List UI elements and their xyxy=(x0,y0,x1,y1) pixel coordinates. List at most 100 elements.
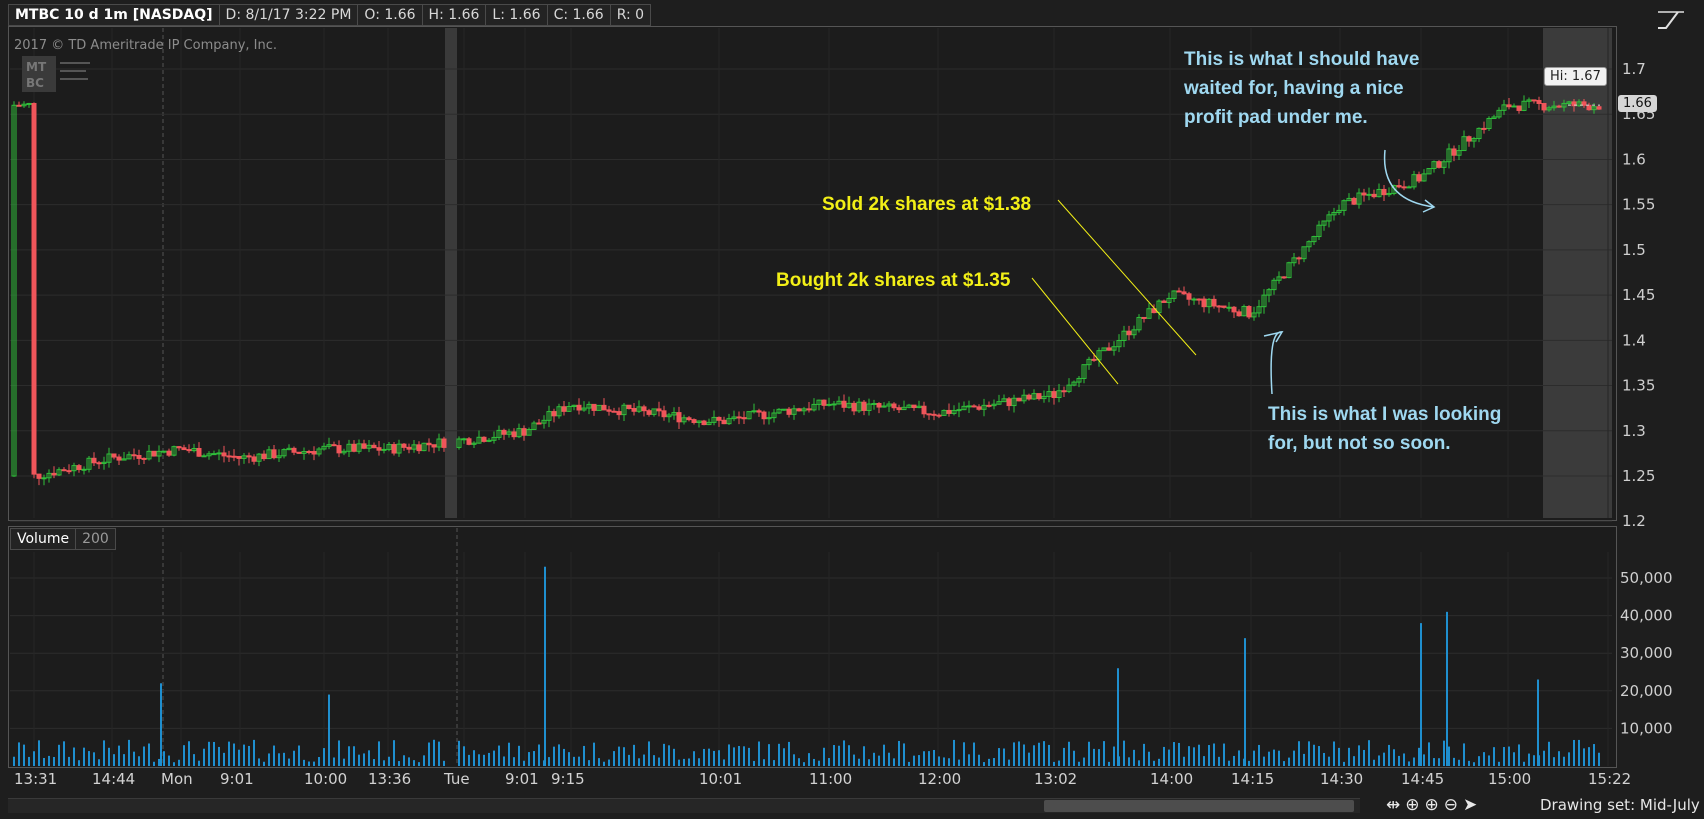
volume-study-tab[interactable]: Volume 200 xyxy=(10,528,116,550)
volume-bar xyxy=(763,759,765,766)
volume-bar xyxy=(1583,748,1585,766)
candle-body xyxy=(16,104,22,107)
volume-bar xyxy=(268,753,270,766)
volume-bar xyxy=(803,762,805,766)
candle-body xyxy=(1246,306,1252,318)
zoom-out-icon[interactable]: ⊖ xyxy=(1444,795,1458,815)
time-axis-tick: 14:44 xyxy=(92,770,135,788)
candle-body xyxy=(551,411,557,417)
candle-body xyxy=(1381,188,1387,196)
volume-study-setting[interactable]: 200 xyxy=(76,528,116,550)
volume-study-label[interactable]: Volume xyxy=(10,528,77,550)
company-logo: MT BC xyxy=(22,56,90,92)
volume-bar xyxy=(618,746,620,766)
volume-bar xyxy=(308,761,310,766)
candle-body xyxy=(701,420,707,426)
volume-bar xyxy=(1293,750,1295,766)
candle-body xyxy=(806,408,812,411)
volume-bar xyxy=(468,754,470,766)
candle-body xyxy=(876,403,882,408)
candle-body xyxy=(1221,305,1227,308)
volume-bar xyxy=(1053,761,1055,766)
volume-bar xyxy=(363,753,365,766)
zoom-in-icon[interactable]: ⊕ xyxy=(1425,795,1439,815)
candle-body xyxy=(111,453,117,458)
volume-bar xyxy=(1418,747,1420,766)
candle-body xyxy=(1296,257,1302,260)
volume-bar xyxy=(1518,744,1520,766)
volume-bar xyxy=(1248,760,1250,766)
candle-body xyxy=(1436,161,1442,168)
volume-bar xyxy=(923,751,925,766)
volume-bar xyxy=(1008,759,1010,766)
volume-bar xyxy=(788,741,790,766)
volume-bar xyxy=(988,758,990,766)
volume-bar xyxy=(1458,759,1460,766)
crosshair-icon[interactable]: ⊕ xyxy=(1405,795,1419,815)
volume-bar xyxy=(463,746,465,766)
volume-bar xyxy=(1448,746,1450,766)
volume-bar xyxy=(1058,760,1060,766)
volume-bar xyxy=(93,752,95,766)
drawing-set-label[interactable]: Drawing set: Mid-July xyxy=(1540,796,1700,814)
volume-bar xyxy=(928,751,930,766)
volume-bar xyxy=(1098,749,1100,766)
volume-bar xyxy=(1108,761,1110,766)
candle-body xyxy=(501,429,507,435)
volume-bar xyxy=(418,762,420,766)
candle-body xyxy=(201,455,207,458)
volume-bar xyxy=(1373,759,1375,766)
candle-body xyxy=(716,416,722,421)
candle-body xyxy=(1396,185,1402,188)
candle-body xyxy=(1531,99,1537,102)
time-axis-tick: 14:45 xyxy=(1401,770,1444,788)
candle-body xyxy=(381,448,387,451)
volume-bar xyxy=(993,758,995,766)
volume-bar xyxy=(1068,741,1070,766)
volume-bar xyxy=(408,757,410,766)
volume-bar xyxy=(883,744,885,766)
candle-body xyxy=(1051,391,1057,399)
pointer-icon[interactable]: ➤ xyxy=(1463,795,1477,815)
candle-body xyxy=(986,404,992,407)
volume-bar xyxy=(1228,760,1230,766)
volume-bar xyxy=(983,762,985,766)
volume-bar xyxy=(1048,744,1050,766)
volume-bar xyxy=(333,757,335,766)
candle-body xyxy=(1366,193,1372,196)
candle-body xyxy=(896,407,902,411)
volume-bar xyxy=(1093,748,1095,766)
candle-body xyxy=(1201,298,1207,308)
volume-bar xyxy=(88,751,90,766)
bought-pointer-line xyxy=(1031,277,1119,385)
volume-bar xyxy=(1553,757,1555,766)
volume-bar xyxy=(438,741,440,766)
volume-bar xyxy=(968,754,970,766)
scrollbar-thumb[interactable] xyxy=(1044,800,1354,812)
price-axis-tick: 1.55 xyxy=(1622,196,1655,214)
candle-body xyxy=(561,406,567,412)
scroll-arrows-icon[interactable]: ⇹ xyxy=(1386,795,1400,815)
volume-bar xyxy=(288,758,290,766)
volume-bar xyxy=(1423,754,1425,766)
candle-body xyxy=(1406,186,1412,189)
volume-bar xyxy=(493,750,495,766)
candle-body xyxy=(136,455,142,459)
volume-bar xyxy=(933,749,935,766)
looking-line-1: This is what I was looking xyxy=(1268,404,1502,425)
volume-bar xyxy=(1183,756,1185,766)
svg-text:BC: BC xyxy=(26,76,44,90)
volume-bar xyxy=(1103,741,1105,766)
volume-bar xyxy=(148,743,150,766)
volume-bar xyxy=(1028,752,1030,766)
volume-bar xyxy=(1498,761,1500,766)
volume-bar xyxy=(128,739,130,766)
volume-bar xyxy=(58,744,60,766)
candle-body xyxy=(511,431,517,438)
volume-bar xyxy=(548,757,550,766)
candle-body xyxy=(441,438,447,448)
volume-bar xyxy=(608,759,610,766)
candle-body xyxy=(1351,197,1357,205)
candle-body xyxy=(96,462,102,465)
time-axis-tick: 9:01 xyxy=(505,770,539,788)
